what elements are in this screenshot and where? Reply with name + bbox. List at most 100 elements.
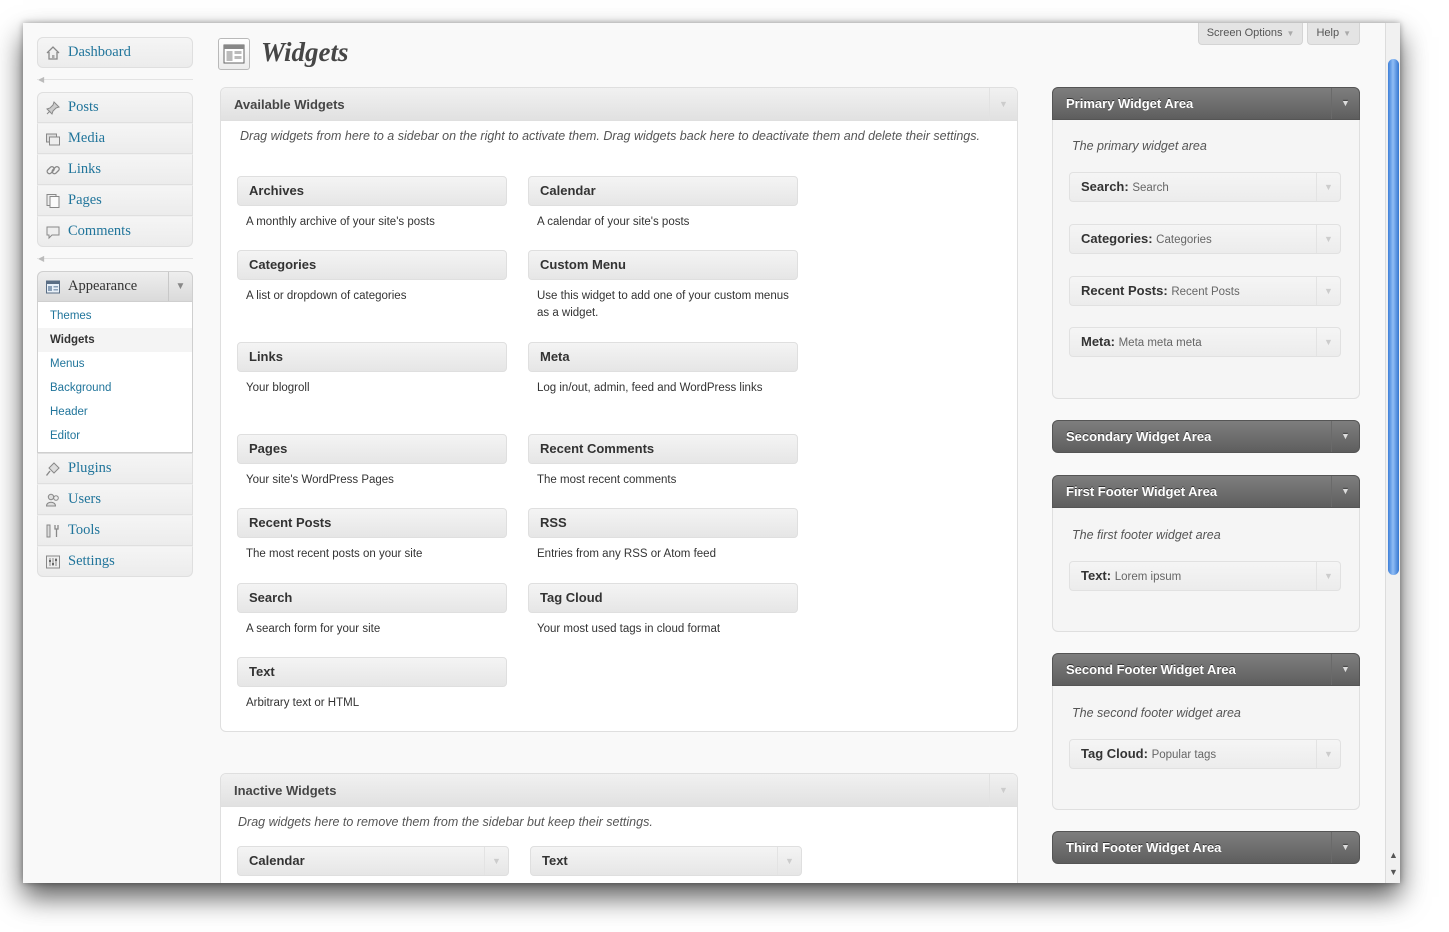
secondary-widget-area-header[interactable]: Secondary Widget Area ▼ — [1052, 420, 1360, 453]
chevron-down-icon[interactable]: ▼ — [1316, 562, 1340, 590]
chevron-down-icon[interactable]: ▼ — [1331, 654, 1359, 685]
menu-item-links[interactable]: Links — [37, 154, 193, 185]
menu-label: Settings — [68, 553, 115, 569]
chevron-down-icon[interactable]: ▼ — [989, 774, 1017, 807]
submenu-widgets[interactable]: Widgets — [38, 328, 192, 352]
chevron-down-icon[interactable]: ▼ — [1316, 225, 1340, 253]
submenu-editor[interactable]: Editor — [38, 424, 192, 448]
sidebar-widget-search[interactable]: Search: Search ▼ — [1069, 172, 1341, 202]
menu-item-settings[interactable]: Settings — [37, 546, 193, 577]
chevron-down-icon[interactable]: ▼ — [1316, 328, 1340, 356]
menu-item-media[interactable]: Media — [37, 123, 193, 154]
menu-item-tools[interactable]: Tools — [37, 515, 193, 546]
second-footer-widget-area-header[interactable]: Second Footer Widget Area ▼ — [1052, 653, 1360, 686]
widget-title[interactable]: Calendar — [528, 176, 798, 206]
panel-header[interactable]: Available Widgets ▼ — [221, 88, 1017, 121]
chevron-down-icon[interactable]: ▼ — [168, 272, 192, 301]
widget-calendar[interactable]: Calendar A calendar of your site's posts — [528, 176, 798, 231]
widget-tag-cloud[interactable]: Tag Cloud Your most used tags in cloud f… — [528, 583, 798, 638]
users-icon — [44, 491, 62, 509]
widget-description: Entries from any RSS or Atom feed — [537, 548, 716, 560]
scroll-down-arrow-icon[interactable]: ▼ — [1389, 868, 1398, 877]
inactive-widgets-panel: Inactive Widgets ▼ Drag widgets here to … — [220, 773, 1018, 883]
chevron-down-icon[interactable]: ▼ — [1316, 740, 1340, 768]
chevron-down-icon[interactable]: ▼ — [1331, 476, 1359, 507]
screen-options-button[interactable]: Screen Options ▼ — [1197, 23, 1304, 45]
menu-label: Pages — [68, 192, 102, 208]
chevron-down-icon[interactable]: ▼ — [777, 847, 801, 875]
submenu-menus[interactable]: Menus — [38, 352, 192, 376]
chevron-down-icon[interactable]: ▼ — [1331, 832, 1359, 863]
menu-item-appearance[interactable]: Appearance ▼ — [37, 271, 193, 302]
sidebar-widget-categories[interactable]: Categories: Categories ▼ — [1069, 224, 1341, 254]
first-footer-widget-area: The first footer widget area Text: Lorem… — [1052, 508, 1360, 632]
pushpin-icon — [44, 99, 62, 117]
sidebar-widget-meta[interactable]: Meta: Meta meta meta ▼ — [1069, 327, 1341, 357]
widget-archives[interactable]: Archives A monthly archive of your site'… — [237, 176, 507, 231]
panel-header[interactable]: Inactive Widgets ▼ — [221, 774, 1017, 807]
inactive-widget-text[interactable]: Text ▼ — [530, 846, 802, 876]
chevron-down-icon[interactable]: ▼ — [1331, 421, 1359, 452]
sidebar-widget-recent-posts[interactable]: Recent Posts: Recent Posts ▼ — [1069, 276, 1341, 306]
plug-icon — [44, 460, 62, 478]
widget-title[interactable]: Pages — [237, 434, 507, 464]
widget-text[interactable]: Text Arbitrary text or HTML — [237, 657, 507, 712]
chevron-down-icon[interactable]: ▼ — [1316, 277, 1340, 305]
widget-name: Tag Cloud — [1081, 746, 1144, 761]
widget-title[interactable]: Links — [237, 342, 507, 372]
sidebar-description: The second footer widget area — [1072, 706, 1241, 720]
chevron-down-icon[interactable]: ▼ — [1316, 173, 1340, 201]
menu-label: Media — [68, 130, 106, 146]
widget-recent-posts[interactable]: Recent Posts The most recent posts on yo… — [237, 508, 507, 563]
sidebar-widget-tag-cloud[interactable]: Tag Cloud: Popular tags ▼ — [1069, 739, 1341, 769]
submenu-themes[interactable]: Themes — [38, 304, 192, 328]
widget-custom-menu[interactable]: Custom Menu Use this widget to add one o… — [528, 250, 798, 322]
widget-title[interactable]: Custom Menu — [528, 250, 798, 280]
menu-separator[interactable]: ◀ — [37, 247, 193, 271]
widgets-page-icon — [218, 38, 250, 70]
widget-title[interactable]: RSS — [528, 508, 798, 538]
menu-item-plugins[interactable]: Plugins — [37, 453, 193, 484]
widget-title[interactable]: Search — [237, 583, 507, 613]
widget-title[interactable]: Archives — [237, 176, 507, 206]
comment-bubble-icon — [44, 223, 62, 241]
widget-recent-comments[interactable]: Recent Comments The most recent comments — [528, 434, 798, 489]
vertical-scrollbar[interactable]: ▲ ▼ — [1385, 23, 1400, 883]
widget-description: A calendar of your site's posts — [537, 216, 690, 228]
widget-title[interactable]: Tag Cloud — [528, 583, 798, 613]
sidebar-title: Second Footer Widget Area — [1066, 662, 1236, 677]
menu-item-comments[interactable]: Comments — [37, 216, 193, 247]
submenu-header[interactable]: Header — [38, 400, 192, 424]
menu-separator[interactable]: ◀ — [37, 68, 193, 92]
menu-item-posts[interactable]: Posts — [37, 92, 193, 123]
widget-categories[interactable]: Categories A list or dropdown of categor… — [237, 250, 507, 305]
scroll-up-arrow-icon[interactable]: ▲ — [1389, 851, 1398, 860]
help-button[interactable]: Help ▼ — [1307, 23, 1360, 45]
primary-widget-area-header[interactable]: Primary Widget Area ▼ — [1052, 87, 1360, 120]
browser-window: Screen Options ▼ Help ▼ Dashboard ◀ Posts … — [23, 23, 1400, 883]
widget-links[interactable]: Links Your blogroll — [237, 342, 507, 397]
chevron-down-icon[interactable]: ▼ — [1331, 88, 1359, 119]
widget-title[interactable]: Text — [237, 657, 507, 687]
widget-search[interactable]: Search A search form for your site — [237, 583, 507, 638]
first-footer-widget-area-header[interactable]: First Footer Widget Area ▼ — [1052, 475, 1360, 508]
widget-title[interactable]: Meta — [528, 342, 798, 372]
menu-item-dashboard[interactable]: Dashboard — [37, 37, 193, 68]
widget-rss[interactable]: RSS Entries from any RSS or Atom feed — [528, 508, 798, 563]
widget-meta[interactable]: Meta Log in/out, admin, feed and WordPre… — [528, 342, 798, 397]
menu-item-users[interactable]: Users — [37, 484, 193, 515]
appearance-submenu: Themes Widgets Menus Background Header E… — [37, 302, 193, 453]
widget-title[interactable]: Categories — [237, 250, 507, 280]
widget-pages[interactable]: Pages Your site's WordPress Pages — [237, 434, 507, 489]
inactive-widget-calendar[interactable]: Calendar ▼ — [237, 846, 509, 876]
scrollbar-thumb[interactable] — [1388, 59, 1399, 575]
widget-title[interactable]: Recent Posts — [237, 508, 507, 538]
widget-title[interactable]: Recent Comments — [528, 434, 798, 464]
chevron-down-icon[interactable]: ▼ — [989, 88, 1017, 121]
third-footer-widget-area-header[interactable]: Third Footer Widget Area ▼ — [1052, 831, 1360, 864]
chevron-down-icon[interactable]: ▼ — [484, 847, 508, 875]
menu-item-pages[interactable]: Pages — [37, 185, 193, 216]
page-title: Widgets — [261, 37, 349, 67]
submenu-background[interactable]: Background — [38, 376, 192, 400]
sidebar-widget-text[interactable]: Text: Lorem ipsum ▼ — [1069, 561, 1341, 591]
